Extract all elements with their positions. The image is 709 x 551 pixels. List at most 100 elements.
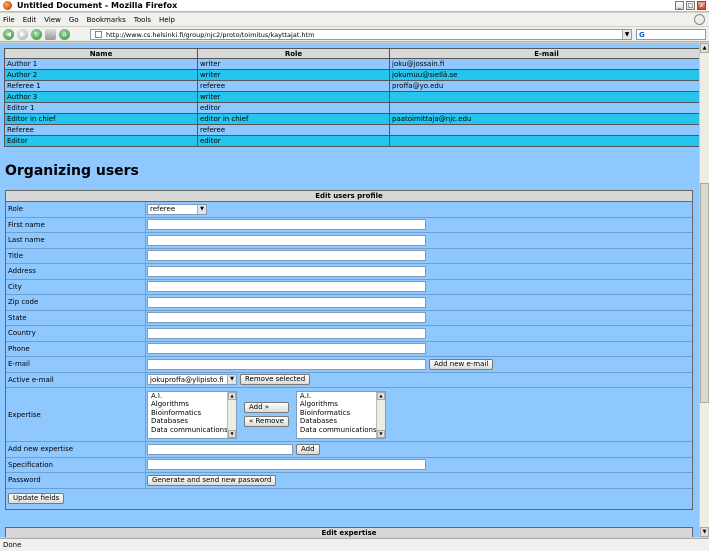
list-item[interactable]: A.I.: [300, 392, 385, 401]
scrollbar-thumb[interactable]: [700, 183, 709, 403]
edit-expertise-form: Edit expertise: [5, 527, 693, 537]
last-name-input[interactable]: [147, 234, 426, 246]
role-select[interactable]: referee ▼: [147, 203, 207, 215]
user-role-cell: editor in chief: [197, 113, 390, 125]
table-row[interactable]: Editor in chief editor in chief paatoimitt…: [4, 113, 699, 125]
form-row-state: State: [6, 310, 692, 326]
minimize-button[interactable]: _: [675, 1, 684, 10]
scroll-down-icon[interactable]: ▼: [228, 429, 236, 438]
maximize-button[interactable]: □: [686, 1, 695, 10]
zip-input[interactable]: [147, 296, 426, 308]
available-expertise-list[interactable]: A.I. Algorithms Bioinformatics Databases…: [147, 390, 237, 439]
update-fields-button[interactable]: Update fields: [8, 493, 65, 504]
scroll-up-icon[interactable]: ▲: [228, 391, 236, 400]
list-scrollbar[interactable]: ▲ ▼: [227, 391, 236, 438]
city-label: City: [6, 279, 146, 294]
user-role-cell: writer: [197, 69, 390, 81]
scroll-down-icon[interactable]: ▼: [376, 429, 385, 438]
table-row[interactable]: Author 1 writer joku@jossain.fi: [4, 58, 699, 70]
close-window-button[interactable]: x: [697, 1, 706, 10]
home-icon[interactable]: ⌂: [59, 28, 70, 40]
state-input[interactable]: [147, 312, 426, 324]
edit-profile-form: Edit users profile Role referee ▼ First n…: [5, 190, 693, 510]
password-label: Password: [6, 473, 146, 488]
form-row-phone: Phone: [6, 341, 692, 357]
user-name-cell: Author 3: [4, 91, 198, 103]
remove-selected-button[interactable]: Remove selected: [240, 374, 311, 386]
form-row-specification: Specification: [6, 457, 692, 473]
scroll-up-icon[interactable]: ▲: [700, 43, 709, 53]
stop-icon[interactable]: [45, 28, 56, 40]
form-row-country: Country: [6, 326, 692, 342]
add-expertise-to-user-button[interactable]: Add »: [244, 402, 289, 413]
title-input[interactable]: [147, 250, 426, 262]
phone-label: Phone: [6, 341, 146, 356]
firefox-icon: [3, 1, 12, 10]
window-title: Untitled Document - Mozilla Firefox: [17, 1, 178, 10]
list-item[interactable]: Data communications: [300, 426, 385, 435]
window-titlebar: Untitled Document - Mozilla Firefox _ □ …: [0, 0, 709, 12]
form-row-password: Password Generate and send new password: [6, 473, 692, 489]
menu-edit[interactable]: Edit: [23, 16, 37, 24]
scroll-down-icon[interactable]: ▼: [700, 527, 709, 537]
menu-file[interactable]: File: [3, 16, 15, 24]
table-row[interactable]: Author 2 writer jokumuu@siellä.se: [4, 69, 699, 81]
form-row-first-name: First name: [6, 217, 692, 233]
users-table: Name Role E-mail Author 1 writer joku@joss…: [4, 48, 699, 147]
list-item[interactable]: Algorithms: [151, 400, 236, 409]
remove-expertise-button[interactable]: « Remove: [244, 416, 289, 427]
address-bar[interactable]: http://www.cs.helsinki.fi/group/njc2/pro…: [90, 29, 632, 40]
column-header-role: Role: [197, 48, 390, 59]
selected-expertise-list[interactable]: A.I. Algorithms Bioinformatics Databases…: [295, 390, 386, 439]
list-item[interactable]: Databases: [300, 417, 385, 426]
country-label: Country: [6, 326, 146, 341]
new-expertise-input[interactable]: [147, 443, 293, 455]
table-row[interactable]: Referee referee: [4, 124, 699, 136]
first-name-label: First name: [6, 217, 146, 232]
first-name-input[interactable]: [147, 219, 426, 231]
add-new-expertise-button[interactable]: Add: [296, 443, 320, 455]
user-role-cell: editor: [197, 135, 390, 147]
list-item[interactable]: Bioinformatics: [300, 409, 385, 418]
user-email-cell: [389, 102, 699, 114]
list-item[interactable]: Data communications: [151, 426, 236, 435]
menu-view[interactable]: View: [44, 16, 61, 24]
specification-input[interactable]: [147, 459, 426, 471]
navigation-toolbar: ◀ ▶ ↻ ⌂ http://www.cs.helsinki.fi/group/…: [0, 27, 709, 42]
scroll-up-icon[interactable]: ▲: [376, 391, 385, 400]
reload-icon[interactable]: ↻: [31, 28, 42, 40]
form-row-expertise: Expertise A.I. Algorithms Bioinformatics…: [6, 388, 692, 442]
list-item[interactable]: A.I.: [151, 392, 236, 401]
page-scrollbar[interactable]: ▲ ▼: [699, 43, 709, 537]
active-email-select[interactable]: jokuproffa@ylipisto.fi ▼: [147, 374, 237, 386]
search-box[interactable]: G: [636, 29, 706, 40]
list-item[interactable]: Databases: [151, 417, 236, 426]
table-row[interactable]: Editor editor: [4, 135, 699, 147]
list-item[interactable]: Bioinformatics: [151, 409, 236, 418]
add-email-button[interactable]: Add new e-mail: [429, 358, 494, 370]
table-row[interactable]: Editor 1 editor: [4, 102, 699, 114]
list-scrollbar[interactable]: ▲ ▼: [375, 391, 385, 438]
column-header-email: E-mail: [389, 48, 699, 59]
add-expertise-label: Add new expertise: [6, 442, 146, 457]
table-row[interactable]: Referee 1 referee proffa@yo.edu: [4, 80, 699, 92]
list-item[interactable]: Algorithms: [300, 400, 385, 409]
city-input[interactable]: [147, 281, 426, 293]
email-input[interactable]: [147, 358, 426, 370]
address-input[interactable]: [147, 265, 426, 277]
table-row[interactable]: Author 3 writer: [4, 91, 699, 103]
generate-password-button[interactable]: Generate and send new password: [147, 474, 277, 486]
country-input[interactable]: [147, 327, 426, 339]
menu-help[interactable]: Help: [159, 16, 175, 24]
phone-input[interactable]: [147, 343, 426, 355]
menu-go[interactable]: Go: [69, 16, 79, 24]
url-dropdown-icon[interactable]: ▼: [622, 30, 631, 39]
form-row-role: Role referee ▼: [6, 202, 692, 218]
email-label: E-mail: [6, 357, 146, 372]
user-email-cell: jokumuu@siellä.se: [389, 69, 699, 81]
form-row-title: Title: [6, 248, 692, 264]
menu-tools[interactable]: Tools: [134, 16, 151, 24]
forward-icon[interactable]: ▶: [17, 28, 28, 40]
back-icon[interactable]: ◀: [3, 28, 14, 40]
menu-bookmarks[interactable]: Bookmarks: [87, 16, 126, 24]
